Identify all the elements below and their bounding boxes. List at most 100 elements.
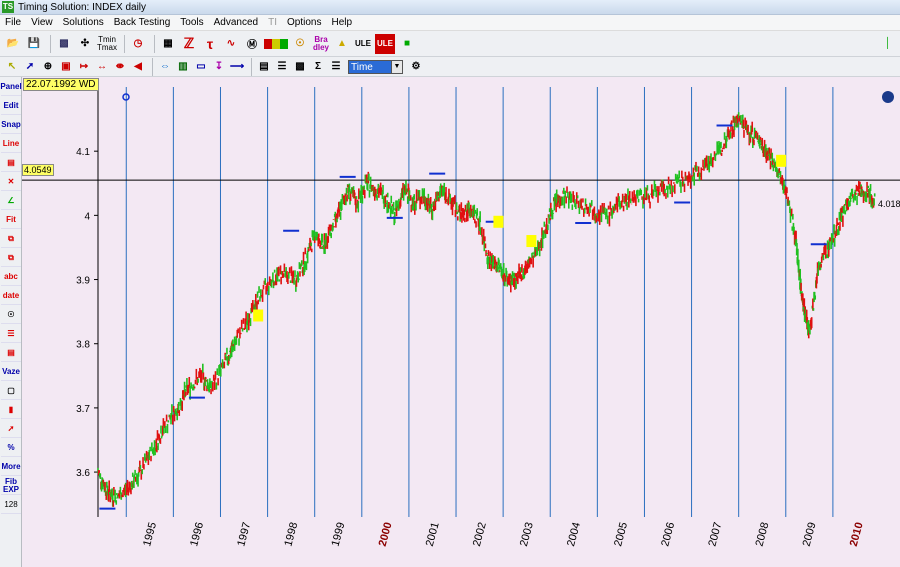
menu-ti[interactable]: TI [263, 17, 282, 28]
time-select[interactable]: Time ▼ [348, 59, 403, 74]
split-icon[interactable]: ⟶ [229, 59, 245, 75]
cross-icon[interactable]: ✕ [1, 173, 21, 191]
time-select-value: Time [351, 61, 373, 73]
open-folder-icon[interactable]: 📂 [4, 34, 22, 54]
x-tick-label: 2005 [612, 521, 630, 548]
clock-icon[interactable]: ◷ [129, 34, 147, 54]
document-icon[interactable]: ▤ [256, 59, 272, 75]
wave-icon[interactable]: ∿ [222, 34, 240, 54]
trend-icon[interactable]: ➚ [1, 420, 21, 438]
sun-icon[interactable]: ☉ [291, 34, 309, 54]
menu-bar: File View Solutions Back Testing Tools Advanc… [0, 15, 900, 31]
color-bars-icon[interactable] [264, 38, 288, 49]
menu-help[interactable]: Help [326, 17, 357, 28]
book-icon[interactable]: ■ [398, 34, 416, 54]
move-arrows-icon[interactable]: ⇔ [157, 59, 173, 75]
range-left-icon[interactable]: ↦ [76, 59, 92, 75]
x-tick-label: 2007 [706, 521, 724, 548]
y-tick-label: 3.9 [76, 276, 90, 287]
histogram-icon[interactable]: ▩ [292, 59, 308, 75]
globe-icon[interactable]: ☉ [1, 306, 21, 324]
chart-green-icon[interactable]: │ [879, 34, 897, 54]
tmin-tmax-button[interactable]: Tmin Tmax [97, 34, 117, 54]
percent-icon[interactable]: % [1, 439, 21, 457]
dley-label: dley [312, 42, 329, 52]
list-icon[interactable]: ☰ [274, 59, 290, 75]
menu-back-testing[interactable]: Back Testing [109, 17, 176, 28]
x-tick-label: 1998 [282, 521, 300, 548]
x-tick-label: 2002 [471, 521, 489, 548]
yellow-marker [253, 309, 264, 322]
x-tick-label: 2010 [848, 521, 866, 548]
fan-icon[interactable]: ⧉ [1, 230, 21, 248]
app-icon: TS [2, 1, 14, 13]
chart-svg[interactable]: 3.6 3.7 3.8 3.9 4 4.1 1995 1996 1997 1998 1999 2000… [22, 77, 900, 567]
pointer-icon[interactable]: ↖ [4, 59, 20, 75]
gear-icon[interactable]: ⚙ [408, 59, 424, 75]
pyramid-icon[interactable]: ▲ [333, 34, 351, 54]
range-both-icon[interactable]: ↔ [94, 59, 110, 75]
exp-label: EXP [2, 484, 19, 494]
edit-button[interactable]: Edit [1, 97, 21, 115]
candles-icon[interactable]: ▮ [1, 401, 21, 419]
count-128-button[interactable]: 128 [1, 496, 21, 514]
zoom-box-icon[interactable]: ▣ [58, 59, 74, 75]
cursor-price-label: 4.0549 [22, 164, 54, 176]
list2-icon[interactable]: ☰ [328, 59, 344, 75]
price-chart[interactable]: 3.6 3.7 3.8 3.9 4 4.1 1995 1996 1997 1998 1999 2000… [22, 77, 900, 567]
x-tick-label: 2009 [801, 521, 819, 548]
move-icon[interactable]: ✣ [76, 34, 94, 54]
more-button[interactable]: More [1, 458, 21, 476]
arrow-left-icon[interactable]: ◀ [130, 59, 146, 75]
zodiac-t-icon[interactable]: τ [201, 34, 219, 54]
menu-file[interactable]: File [0, 17, 26, 28]
menu-solutions[interactable]: Solutions [58, 17, 109, 28]
toolbar-separator [50, 34, 51, 53]
last-value-label: 4.018 [878, 199, 900, 209]
menu-tools[interactable]: Tools [175, 17, 208, 28]
zodiac-e-icon[interactable]: ℤ [180, 34, 198, 54]
t-circle-icon[interactable]: Ⓜ [243, 34, 261, 54]
cursor-date-label: 22.07.1992 WD [23, 78, 99, 91]
x-tick-label: 1995 [141, 521, 159, 548]
bradley-button[interactable]: Bra dley [312, 34, 330, 54]
angle-icon[interactable]: ∠ [1, 192, 21, 210]
x-tick-label: 2008 [754, 521, 772, 548]
toolbar-separator [154, 34, 155, 53]
ule-red-button[interactable]: ULE [375, 33, 395, 54]
menu-options[interactable]: Options [282, 17, 326, 28]
fit-button[interactable]: Fit [1, 211, 21, 229]
tmax-label: Tmax [97, 42, 117, 52]
save-icon[interactable]: 💾 [25, 34, 43, 54]
hatch-icon[interactable]: ▤ [1, 154, 21, 172]
sigma-icon[interactable]: Σ [310, 59, 326, 75]
panel-button[interactable]: Panel [0, 78, 22, 96]
ule-button[interactable]: ULE [354, 34, 372, 54]
stripes-icon[interactable]: ▤ [1, 344, 21, 362]
grid-icon[interactable]: ▩ [55, 34, 73, 54]
x-tick-label: 2001 [424, 521, 442, 548]
range-shrink-icon[interactable]: ⇼ [112, 59, 128, 75]
draw-line-icon[interactable]: ➚ [22, 59, 38, 75]
y-tick-label: 4 [84, 211, 90, 222]
fib-button[interactable]: Fib EXP [1, 477, 21, 495]
menu-view[interactable]: View [26, 17, 58, 28]
fan2-icon[interactable]: ⧉ [1, 249, 21, 267]
snap-button[interactable]: Snap [1, 116, 21, 134]
calculator-icon[interactable]: ▦ [159, 34, 177, 54]
line-button[interactable]: Line [1, 135, 21, 153]
lines-icon[interactable]: ☰ [1, 325, 21, 343]
menu-advanced[interactable]: Advanced [209, 17, 263, 28]
date-button[interactable]: date [1, 287, 21, 305]
zoom-icon[interactable]: ⊕ [40, 59, 56, 75]
bars-icon[interactable]: ▥ [175, 59, 191, 75]
help-icon [882, 91, 894, 103]
window-icon[interactable]: ▭ [193, 59, 209, 75]
abc-button[interactable]: abc [1, 268, 21, 286]
chevron-down-icon[interactable]: ▼ [391, 59, 403, 74]
y-tick-label: 4.1 [76, 147, 90, 158]
step-icon[interactable]: ↧ [211, 59, 227, 75]
box-icon[interactable]: ▢ [1, 382, 21, 400]
vaze-button[interactable]: Vaze [1, 363, 21, 381]
toolbar-separator [124, 34, 125, 53]
